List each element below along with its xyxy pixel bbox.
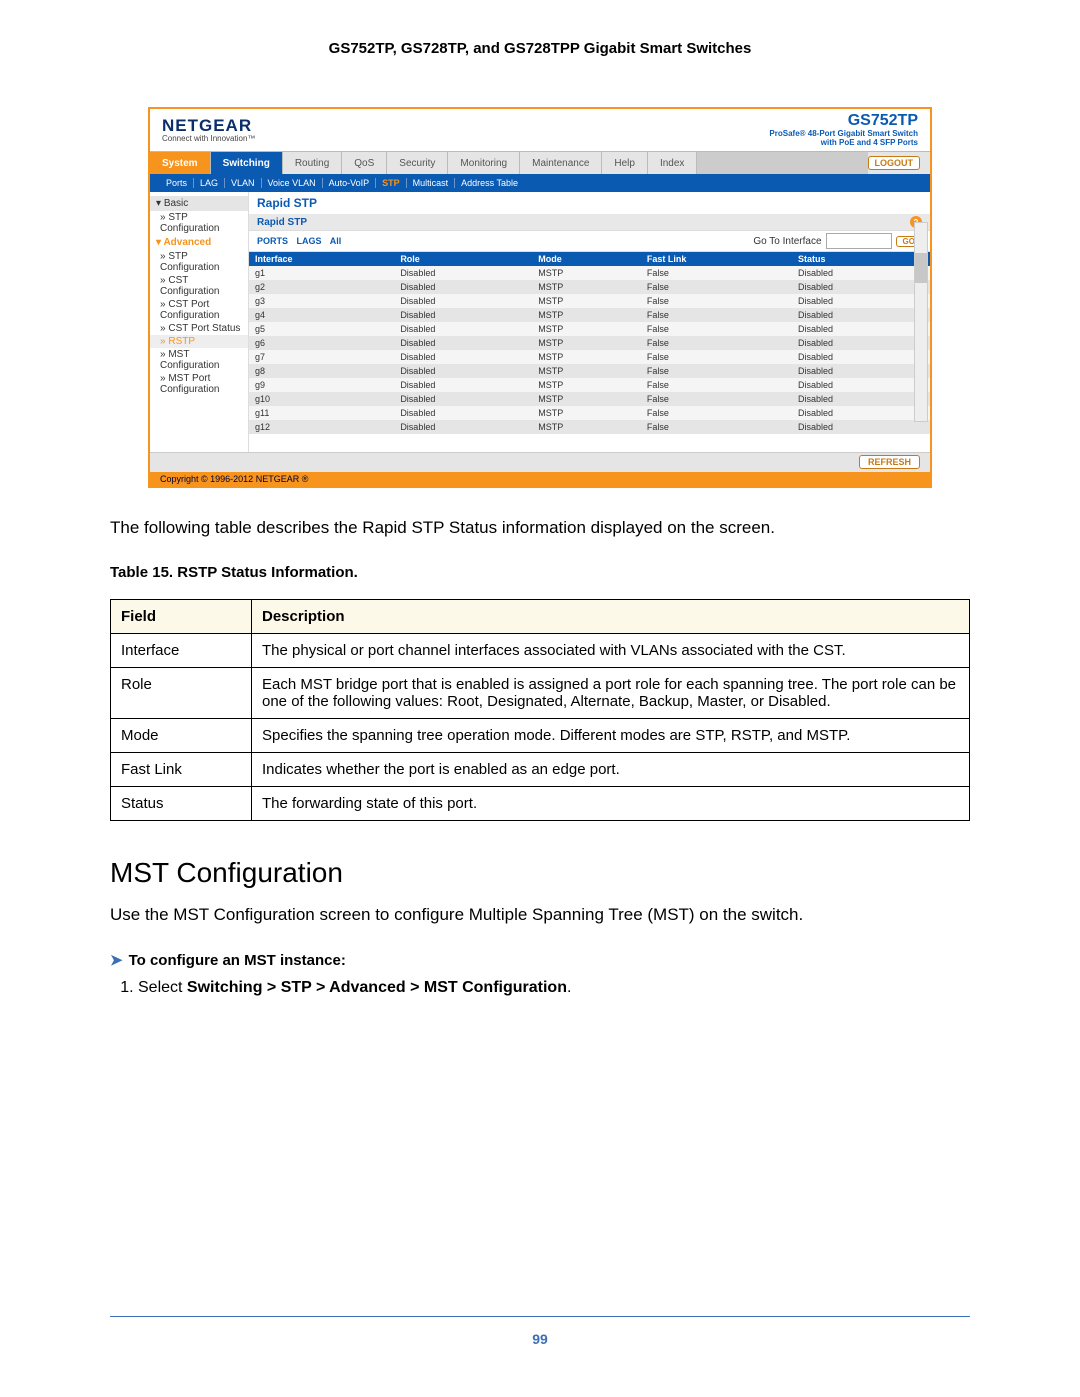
sidebar: ▾ Basic » STP Configuration ▾ Advanced »… [150, 192, 249, 452]
all-link[interactable]: All [330, 236, 342, 246]
rstp-grid: Interface Role Mode Fast Link Status g1D… [249, 252, 930, 434]
sidebar-adv-stp[interactable]: » STP Configuration [150, 250, 248, 274]
sidebar-adv-rstp[interactable]: » RSTP [150, 335, 248, 348]
subtab-lag[interactable]: LAG [194, 178, 225, 188]
section-body: Use the MST Configuration screen to conf… [110, 903, 970, 927]
col-status: Status [792, 252, 930, 266]
step-1: Select Switching > STP > Advanced > MST … [138, 979, 970, 997]
tab-security[interactable]: Security [387, 152, 448, 174]
subtab-addresstable[interactable]: Address Table [455, 178, 524, 188]
ports-link[interactable]: PORTS [257, 236, 288, 246]
panel-title: Rapid STP [249, 192, 930, 214]
subtab-stp[interactable]: STP [376, 178, 407, 188]
subtab-ports[interactable]: Ports [160, 178, 194, 188]
table-row[interactable]: g1DisabledMSTPFalseDisabled [249, 266, 930, 280]
screenshot-frame: NETGEAR Connect with Innovation™ GS752TP… [148, 107, 932, 488]
sidebar-adv-cstport[interactable]: » CST Port Configuration [150, 298, 248, 322]
brand-logo: NETGEAR [162, 117, 255, 134]
sub-tabs: Ports LAG VLAN Voice VLAN Auto-VoIP STP … [150, 174, 930, 192]
table-row[interactable]: g12DisabledMSTPFalseDisabled [249, 420, 930, 434]
table-row[interactable]: g5DisabledMSTPFalseDisabled [249, 322, 930, 336]
goto-label: Go To Interface [753, 236, 821, 247]
main-tabs: System Switching Routing QoS Security Mo… [150, 151, 930, 174]
intro-text: The following table describes the Rapid … [110, 516, 970, 540]
table-row[interactable]: g10DisabledMSTPFalseDisabled [249, 392, 930, 406]
info-table: Field Description InterfaceThe physical … [110, 599, 970, 821]
sidebar-adv-cst[interactable]: » CST Configuration [150, 274, 248, 298]
goto-input[interactable] [826, 233, 892, 249]
page-number: 99 [0, 1331, 1080, 1347]
table-row[interactable]: g6DisabledMSTPFalseDisabled [249, 336, 930, 350]
copyright: Copyright © 1996-2012 NETGEAR ® [150, 472, 930, 486]
tab-routing[interactable]: Routing [283, 152, 342, 174]
subtab-vlan[interactable]: VLAN [225, 178, 262, 188]
logout-button[interactable]: LOGOUT [868, 156, 921, 170]
col-mode: Mode [532, 252, 641, 266]
brand-tagline: Connect with Innovation™ [162, 134, 255, 143]
tab-index[interactable]: Index [648, 152, 697, 174]
table-row[interactable]: g9DisabledMSTPFalseDisabled [249, 378, 930, 392]
info-row: ModeSpecifies the spanning tree operatio… [111, 718, 970, 752]
tab-switching[interactable]: Switching [211, 152, 283, 174]
doc-title: GS752TP, GS728TP, and GS728TPP Gigabit S… [110, 40, 970, 57]
scrollbar[interactable] [914, 222, 928, 422]
col-fastlink: Fast Link [641, 252, 792, 266]
sidebar-adv-cstportstatus[interactable]: » CST Port Status [150, 322, 248, 335]
subtab-autovoip[interactable]: Auto-VoIP [323, 178, 377, 188]
subtab-multicast[interactable]: Multicast [407, 178, 456, 188]
info-row: StatusThe forwarding state of this port. [111, 786, 970, 820]
tab-help[interactable]: Help [602, 152, 648, 174]
info-row: RoleEach MST bridge port that is enabled… [111, 667, 970, 718]
lags-link[interactable]: LAGS [297, 236, 322, 246]
tab-monitoring[interactable]: Monitoring [448, 152, 520, 174]
procedure-steps: Select Switching > STP > Advanced > MST … [138, 979, 970, 997]
refresh-button[interactable]: REFRESH [859, 455, 920, 469]
table-row[interactable]: g2DisabledMSTPFalseDisabled [249, 280, 930, 294]
main-panel: Rapid STP Rapid STP ? PORTS LAGS All Go … [249, 192, 930, 452]
table-row[interactable]: g4DisabledMSTPFalseDisabled [249, 308, 930, 322]
info-row: InterfaceThe physical or port channel in… [111, 633, 970, 667]
model-sub2: with PoE and 4 SFP Ports [769, 138, 918, 147]
sidebar-adv-mstport[interactable]: » MST Port Configuration [150, 372, 248, 396]
sidebar-adv-mstconf[interactable]: » MST Configuration [150, 348, 248, 372]
table-row[interactable]: g7DisabledMSTPFalseDisabled [249, 350, 930, 364]
sidebar-basic-header[interactable]: ▾ Basic [150, 196, 248, 211]
tab-qos[interactable]: QoS [342, 152, 387, 174]
section-heading: MST Configuration [110, 857, 970, 889]
table-row[interactable]: g8DisabledMSTPFalseDisabled [249, 364, 930, 378]
info-col-field: Field [111, 599, 252, 633]
info-col-desc: Description [252, 599, 970, 633]
table-row[interactable]: g3DisabledMSTPFalseDisabled [249, 294, 930, 308]
procedure-lead: ➤To configure an MST instance: [110, 951, 970, 969]
subtab-voicevlan[interactable]: Voice VLAN [262, 178, 323, 188]
table-caption: Table 15. RSTP Status Information. [110, 564, 970, 581]
tab-system[interactable]: System [150, 152, 211, 174]
info-row: Fast LinkIndicates whether the port is e… [111, 752, 970, 786]
model-name: GS752TP [769, 113, 918, 129]
sidebar-basic-stp[interactable]: » STP Configuration [150, 211, 248, 235]
model-sub1: ProSafe® 48-Port Gigabit Smart Switch [769, 129, 918, 138]
arrow-icon: ➤ [110, 952, 123, 969]
footer-rule [110, 1316, 970, 1317]
col-role: Role [394, 252, 532, 266]
panel-subtitle: Rapid STP ? [249, 214, 930, 230]
table-row[interactable]: g11DisabledMSTPFalseDisabled [249, 406, 930, 420]
sidebar-adv-header[interactable]: ▾ Advanced [150, 235, 248, 250]
tab-maintenance[interactable]: Maintenance [520, 152, 602, 174]
col-interface: Interface [249, 252, 394, 266]
